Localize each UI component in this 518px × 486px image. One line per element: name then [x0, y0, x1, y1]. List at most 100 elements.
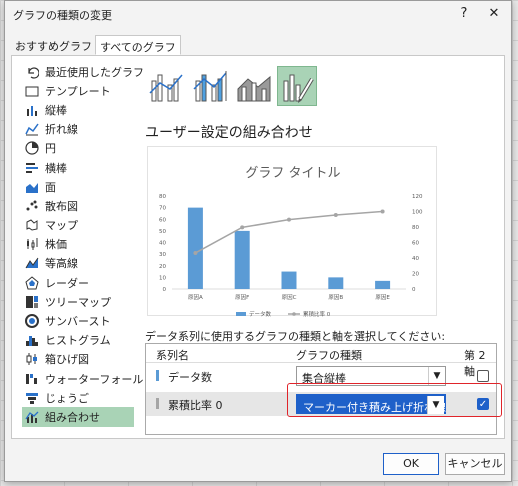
- cancel-button[interactable]: キャンセル: [445, 453, 505, 475]
- y-tick-label: 30: [159, 252, 166, 258]
- line-point-原因B: [333, 212, 338, 217]
- sidebar-item-label: レーダー: [45, 276, 89, 290]
- y2-tick-label: 120: [412, 194, 423, 200]
- chart-type-value: マーカー付き積み上げ折れ線: [303, 401, 446, 414]
- bar-原因F: [234, 230, 250, 289]
- bar-原因E: [375, 280, 391, 289]
- pie-chart-icon: [25, 141, 39, 155]
- y-tick-label: 60: [159, 217, 166, 223]
- bar-原因A: [187, 207, 203, 289]
- sidebar-item-column-chart[interactable]: 縦棒: [22, 100, 134, 119]
- sidebar-item-folder[interactable]: テンプレート: [22, 81, 134, 100]
- sidebar-item-label: 散布図: [45, 199, 78, 213]
- chart-type-dropdown[interactable]: 集合縦棒 ▼: [296, 366, 446, 386]
- column-chart-icon: [25, 103, 39, 117]
- stock-chart-icon: [25, 237, 39, 251]
- surface-chart-icon: [25, 256, 39, 270]
- sidebar-item-label: 面: [45, 180, 56, 194]
- x-tick-label: 原因E: [375, 294, 390, 301]
- sidebar-item-label: 等高線: [45, 257, 78, 271]
- sidebar-item-funnel[interactable]: じょうご: [22, 388, 134, 407]
- sidebar-item-label: 組み合わせ: [45, 410, 100, 424]
- secondary-axis-checkbox[interactable]: [477, 370, 489, 382]
- y-tick-label: 40: [159, 241, 166, 247]
- sidebar-item-treemap[interactable]: ツリーマップ: [22, 292, 134, 311]
- y2-tick-label: 0: [412, 287, 416, 293]
- close-button[interactable]: ✕: [483, 4, 505, 24]
- header-divider: [146, 362, 496, 363]
- radar-chart-icon: [25, 276, 39, 290]
- sidebar-item-label: サンバースト: [45, 315, 111, 329]
- sidebar-item-label: テンプレート: [45, 84, 111, 98]
- map-chart-icon: [25, 218, 39, 232]
- help-button[interactable]: ?: [453, 4, 475, 24]
- clustered-column-line-icon[interactable]: [145, 66, 185, 106]
- secondary-axis-checkbox[interactable]: ✓: [477, 398, 489, 410]
- sidebar-item-label: マップ: [45, 219, 78, 233]
- dialog-title: グラフの種類の変更: [13, 9, 112, 22]
- scatter-chart-icon: [25, 199, 39, 213]
- stacked-area-column-icon[interactable]: [233, 66, 273, 106]
- sidebar-item-stock-chart[interactable]: 株価: [22, 235, 134, 254]
- y2-tick-label: 80: [412, 225, 419, 231]
- sidebar-item-map-chart[interactable]: マップ: [22, 216, 134, 235]
- sidebar-item-line-chart[interactable]: 折れ線: [22, 120, 134, 139]
- y2-tick-label: 100: [412, 210, 423, 216]
- title-bar: グラフの種類の変更 ? ✕: [5, 1, 511, 27]
- line-point-原因A: [193, 250, 198, 255]
- sidebar-item-waterfall[interactable]: ウォーターフォール: [22, 369, 143, 388]
- sidebar-item-box-whisker[interactable]: 箱ひげ図: [22, 350, 134, 369]
- legend-marker-line: [292, 312, 296, 316]
- sidebar-item-radar-chart[interactable]: レーダー: [22, 273, 134, 292]
- y2-tick-label: 20: [412, 272, 419, 278]
- histogram-icon: [25, 333, 39, 347]
- legend-label-bars: データ数: [249, 310, 272, 317]
- chart-preview: グラフ タイトル 0 10 20 30 40 50 60 70 80 0 20 40 60 80 100 120…: [147, 146, 437, 318]
- sidebar-item-label: ツリーマップ: [45, 295, 111, 309]
- custom-combination-icon[interactable]: [277, 66, 317, 106]
- sidebar-item-sunburst[interactable]: サンバースト: [22, 311, 134, 330]
- chevron-down-icon: ▼: [427, 396, 444, 414]
- funnel-icon: [25, 391, 39, 405]
- y-tick-label: 0: [163, 287, 167, 293]
- sunburst-icon: [25, 314, 39, 329]
- line-point-原因C: [287, 217, 291, 222]
- y-tick-label: 70: [159, 206, 166, 212]
- change-chart-type-dialog: グラフの種類の変更 ? ✕ おすすめグラフ すべてのグラフ 最近使用したグラフテ…: [4, 0, 512, 482]
- bar-原因B: [328, 277, 344, 289]
- sidebar-item-label: 縦棒: [45, 103, 67, 117]
- sidebar-item-label: じょうご: [45, 391, 89, 405]
- chevron-down-icon: ▼: [428, 367, 445, 385]
- section-title: ユーザー設定の組み合わせ: [145, 125, 313, 141]
- tab-recommended-charts[interactable]: おすすめグラフ: [11, 35, 96, 55]
- sidebar-item-label: 最近使用したグラフ: [45, 65, 144, 79]
- sidebar-item-label: ヒストグラム: [45, 334, 111, 348]
- legend-swatch-bars: [236, 312, 246, 316]
- ok-button[interactable]: OK: [383, 453, 439, 475]
- series-row-cumulative-ratio: 累積比率 0 マーカー付き積み上げ折れ線 ▼ ✓: [146, 392, 496, 416]
- y2-tick-label: 60: [412, 241, 419, 247]
- clustered-column-line-secondary-icon[interactable]: [189, 66, 229, 106]
- sidebar-item-pie-chart[interactable]: 円: [22, 139, 134, 158]
- sidebar-item-bar-chart[interactable]: 横棒: [22, 158, 134, 177]
- line-chart-icon: [25, 122, 39, 136]
- sidebar-item-scatter-chart[interactable]: 散布図: [22, 196, 134, 215]
- sidebar-item-undo[interactable]: 最近使用したグラフ: [22, 62, 144, 81]
- sidebar-item-surface-chart[interactable]: 等高線: [22, 254, 134, 273]
- series-name: 累積比率 0: [168, 399, 223, 412]
- x-tick-label: 原因B: [328, 294, 343, 301]
- line-point-原因E: [380, 209, 385, 214]
- chart-type-dropdown[interactable]: マーカー付き積み上げ折れ線 ▼: [296, 394, 446, 414]
- sidebar-item-label: 箱ひげ図: [45, 353, 89, 367]
- y-tick-label: 50: [159, 229, 166, 235]
- sidebar-item-histogram[interactable]: ヒストグラム: [22, 331, 134, 350]
- series-name: データ数: [168, 371, 212, 384]
- chart-type-value: 集合縦棒: [302, 372, 346, 385]
- sidebar-item-area-chart[interactable]: 面: [22, 177, 134, 196]
- sidebar-item-combo-chart[interactable]: 組み合わせ: [22, 407, 134, 427]
- series-row-data-count: データ数 集合縦棒 ▼: [146, 364, 496, 388]
- all-charts-panel: 最近使用したグラフ テンプレート 縦棒折れ線円横棒面散布図マップ株価等高線レーダーツ…: [11, 55, 505, 439]
- series-prompt: データ系列に使用するグラフの種類と軸を選択してください:: [145, 330, 446, 343]
- combo-chart-icon: [25, 410, 39, 424]
- tab-all-charts[interactable]: すべてのグラフ: [95, 35, 181, 55]
